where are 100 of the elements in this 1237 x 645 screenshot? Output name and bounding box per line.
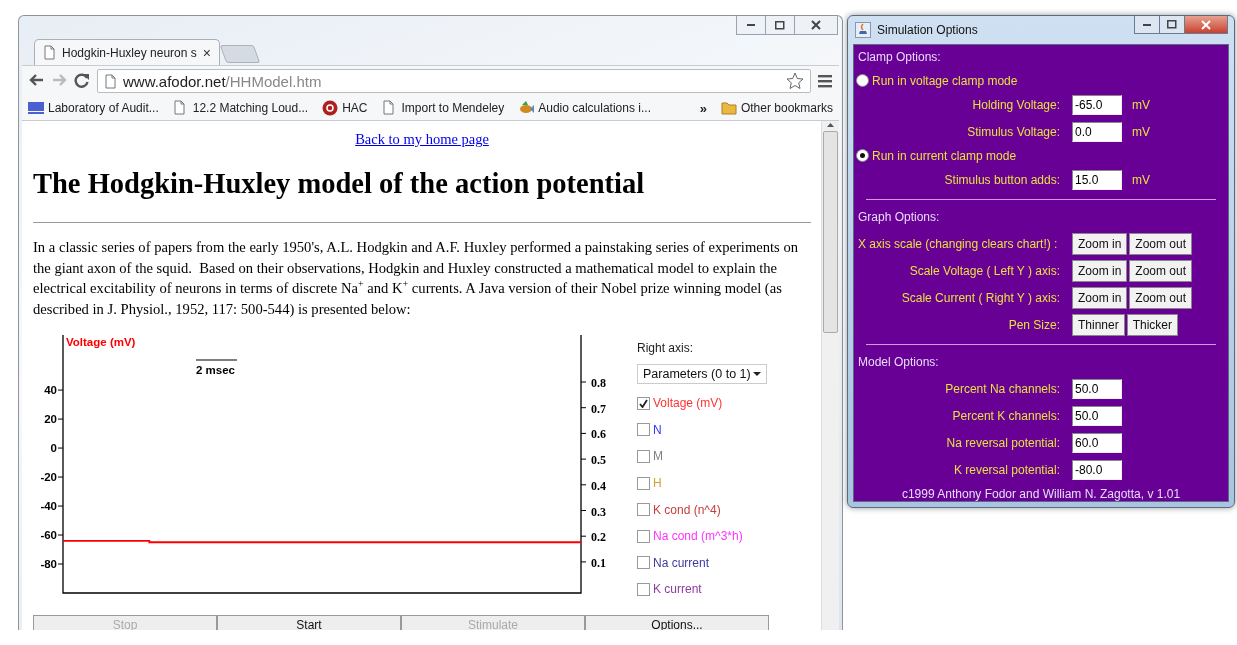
close-icon — [811, 20, 821, 30]
minimize-button[interactable] — [1134, 16, 1160, 34]
bookmark-item[interactable]: 12.2 Matching Loud... — [172, 100, 309, 116]
input-field[interactable]: -80.0 — [1072, 459, 1122, 480]
minimize-button[interactable] — [736, 16, 766, 35]
axis-tick-label: 0.2 — [591, 530, 606, 545]
checkbox[interactable] — [637, 396, 650, 410]
option-button[interactable]: Zoom out — [1129, 286, 1193, 309]
trace-label: Na cond (m^3*h) — [653, 529, 743, 544]
checkbox[interactable] — [637, 556, 650, 570]
dropdown-caret-icon — [753, 372, 761, 376]
fish-icon — [518, 100, 535, 116]
section-heading: Clamp Options: — [858, 50, 942, 64]
close-button[interactable] — [1184, 16, 1228, 34]
star-icon[interactable] — [786, 72, 804, 90]
field-label: Na reversal potential: — [945, 435, 1060, 450]
field-label: Stimulus Voltage: — [966, 124, 1060, 139]
option-button[interactable]: Thinner — [1072, 313, 1125, 336]
bookmark-item[interactable]: Laboratory of Audit... — [28, 100, 159, 116]
checkbox[interactable] — [637, 529, 650, 543]
right-axis-label: Right axis: — [637, 341, 695, 355]
field-label: Scale Current ( Right Y ) axis: — [900, 290, 1060, 305]
round-icon — [322, 100, 339, 116]
axis-tick-label: -80 — [40, 558, 57, 570]
radio-label: Run in current clamp mode — [872, 148, 1017, 163]
copyright-text: c1999 Anthony Fodor and William N. Zagotta, v 1.01 — [900, 487, 1182, 501]
input-field[interactable]: 60.0 — [1072, 432, 1122, 453]
axis-tick-label: 0 — [50, 442, 57, 455]
option-button[interactable]: Zoom in — [1072, 232, 1128, 255]
axis-tick-label: 0.4 — [591, 478, 606, 493]
trace-label: H — [653, 476, 662, 491]
axis-tick-label: 0.3 — [591, 504, 606, 519]
radio-button[interactable] — [856, 149, 869, 162]
menu-icon[interactable] — [817, 73, 833, 89]
trace-label: K current — [653, 582, 702, 597]
more-bookmarks-button[interactable]: » — [699, 100, 707, 116]
radio-button[interactable] — [856, 74, 869, 87]
window-title: Simulation Options — [877, 23, 978, 37]
field-label: Percent K channels: — [951, 408, 1060, 423]
trace-label: Voltage (mV) — [653, 396, 723, 411]
axis-tick-label: -40 — [40, 500, 57, 513]
checkbox[interactable] — [637, 423, 650, 437]
axis-dropdown[interactable]: Parameters (0 to 1) — [637, 364, 767, 384]
minimize-icon — [1143, 23, 1151, 26]
trace-label: K cond (n^4) — [653, 502, 721, 517]
checkbox[interactable] — [637, 503, 650, 517]
maximize-button[interactable] — [765, 16, 795, 35]
bookmark-folder[interactable]: Other bookmarks — [720, 100, 833, 116]
axis-title: Voltage (mV) — [66, 336, 136, 348]
field-label: X axis scale (changing clears chart!) : — [858, 236, 1059, 251]
applet-button[interactable]: Start — [217, 614, 401, 630]
close-button[interactable] — [794, 16, 838, 35]
input-field[interactable]: -65.0 — [1072, 94, 1122, 115]
input-field[interactable]: 0.0 — [1072, 121, 1122, 142]
input-field[interactable]: 50.0 — [1072, 378, 1122, 399]
input-field[interactable]: 15.0 — [1072, 169, 1122, 190]
axis-tick-label: 0.1 — [591, 555, 606, 570]
unit-label: mV — [1132, 124, 1150, 139]
input-field[interactable]: 50.0 — [1072, 405, 1122, 426]
option-button[interactable]: Zoom out — [1129, 259, 1193, 282]
reload-icon — [74, 71, 91, 88]
maximize-button[interactable] — [1159, 16, 1185, 34]
tab-close-button[interactable]: × — [202, 44, 211, 61]
back-arrow-icon — [28, 71, 45, 88]
cup-icon — [855, 22, 871, 38]
axis-tick-label: 40 — [44, 384, 57, 397]
axis-tick-label: 0.6 — [591, 427, 606, 442]
option-button[interactable]: Thicker — [1126, 313, 1179, 336]
field-label: Stimulus button adds: — [943, 172, 1060, 187]
checkbox[interactable] — [637, 476, 650, 490]
checkbox[interactable] — [637, 582, 650, 596]
axis-tick-label: -60 — [40, 529, 57, 541]
intro-paragraph: In a classic series of papers from the early 1950's, A.L. Hodgkin and A.F. Huxley performed a painstaking series of experiments on the giant axon of the squid. Based on their observations, Hodgkin and Huxley constructed a mathematical model to explain the electrical excitability of neurons in terms of discrete Na$^{+}$ and K$^{+}$ currents. A Java version of their Nobel prize winning model (as described in J. Physiol., 1952, 117: 500-544) is presented below: — [33, 238, 799, 319]
browser-tab[interactable]: Hodgkin-Huxley neuron s × — [34, 39, 220, 65]
section-heading: Graph Options: — [858, 210, 941, 224]
option-button[interactable]: Zoom in — [1072, 286, 1128, 309]
option-button[interactable]: Zoom in — [1072, 259, 1128, 282]
reload-button[interactable] — [74, 71, 91, 91]
checkbox[interactable] — [637, 450, 650, 463]
field-label: K reversal potential: — [952, 462, 1060, 477]
maximize-icon — [775, 20, 785, 30]
scrollbar-thumb[interactable] — [823, 131, 838, 333]
bookmark-item[interactable]: Import to Mendeley — [381, 100, 505, 116]
folder-icon — [720, 100, 737, 116]
close-icon — [1201, 19, 1211, 30]
option-button[interactable]: Zoom out — [1129, 232, 1193, 255]
field-label: Holding Voltage: — [971, 97, 1060, 112]
axis-tick-label: 0.8 — [591, 376, 606, 390]
scale-bar — [195, 359, 238, 361]
bookmark-item[interactable]: Audio calculations i... — [518, 100, 651, 116]
maximize-icon — [1167, 20, 1177, 29]
address-bar[interactable]: www.afodor.net/HHModel.htm — [97, 69, 811, 93]
home-link[interactable]: Back to my home page — [355, 131, 489, 148]
trace-label: N — [653, 422, 662, 437]
bookmark-item[interactable]: HAC — [322, 100, 368, 116]
page-heading: The Hodgkin-Huxley model of the action potential — [33, 168, 646, 200]
axis-tick-label: 0.7 — [591, 401, 606, 416]
axis-tick-label: 20 — [44, 413, 57, 426]
page-icon — [104, 73, 117, 89]
unit-label: mV — [1132, 172, 1150, 187]
